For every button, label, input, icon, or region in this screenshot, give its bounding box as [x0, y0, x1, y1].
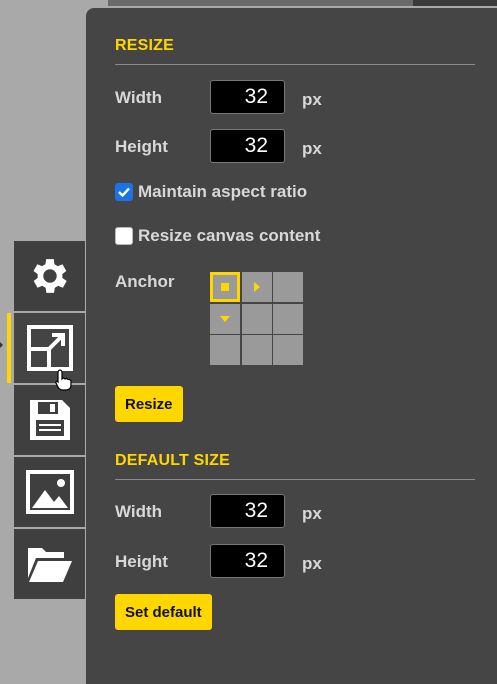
save-icon: [29, 400, 70, 440]
anchor-dot-icon: [221, 283, 229, 291]
resize-width-unit: px: [302, 90, 322, 109]
resize-icon: [26, 325, 73, 371]
resize-width-label: Width: [115, 88, 163, 107]
canvas-top-edge: [108, 0, 413, 6]
arrow-right-icon: [253, 282, 260, 292]
canvas-top-edge-dark: [413, 0, 497, 6]
resize-height-input[interactable]: 32: [210, 129, 285, 163]
maintain-aspect-label: Maintain aspect ratio: [138, 182, 308, 201]
anchor-bottom-left[interactable]: [210, 335, 240, 365]
save-tool-button[interactable]: [14, 385, 85, 455]
open-tool-button[interactable]: [14, 529, 85, 599]
checkbox-checked-icon: [115, 183, 133, 201]
anchor-middle-left[interactable]: [210, 303, 240, 334]
resize-content-checkbox[interactable]: Resize canvas content: [115, 226, 320, 246]
resize-content-label: Resize canvas content: [138, 226, 321, 245]
anchor-top-right[interactable]: [273, 272, 303, 302]
settings-panel: RESIZE Width 32 px Height 32 px Maintain…: [86, 8, 497, 684]
resize-height-unit: px: [302, 139, 322, 158]
resize-section-title: RESIZE: [115, 37, 174, 54]
default-height-input[interactable]: 32: [210, 544, 285, 578]
resize-button[interactable]: Resize: [115, 386, 183, 422]
resize-width-input[interactable]: 32: [210, 80, 285, 114]
anchor-top-center[interactable]: [241, 272, 272, 302]
anchor-top-left[interactable]: [210, 272, 240, 302]
resize-tool-button[interactable]: [7, 313, 85, 383]
default-height-unit: px: [302, 554, 322, 573]
default-size-divider: [115, 479, 475, 480]
settings-tool-button[interactable]: [14, 241, 85, 311]
side-toolbar: [7, 241, 86, 601]
anchor-middle-center[interactable]: [241, 303, 272, 334]
folder-open-icon: [27, 548, 72, 582]
arrow-down-icon: [220, 315, 230, 322]
maintain-aspect-checkbox[interactable]: Maintain aspect ratio: [115, 182, 307, 202]
anchor-label: Anchor: [115, 272, 175, 291]
image-icon: [25, 470, 74, 514]
set-default-button[interactable]: Set default: [115, 594, 212, 630]
anchor-grid: [210, 272, 303, 365]
anchor-bottom-center[interactable]: [241, 335, 272, 365]
anchor-middle-right[interactable]: [273, 303, 303, 334]
gear-icon: [33, 259, 67, 293]
hand-cursor-icon: [55, 369, 72, 391]
checkbox-unchecked-icon: [115, 227, 133, 245]
anchor-bottom-right[interactable]: [273, 335, 303, 365]
image-tool-button[interactable]: [14, 457, 85, 527]
default-height-label: Height: [115, 552, 168, 571]
resize-divider: [115, 64, 475, 65]
default-width-unit: px: [302, 504, 322, 523]
default-width-label: Width: [115, 502, 163, 521]
default-size-section-title: DEFAULT SIZE: [115, 452, 230, 469]
default-width-input[interactable]: 32: [210, 494, 285, 528]
toolbar-pointer: [0, 342, 3, 348]
resize-height-label: Height: [115, 137, 168, 156]
